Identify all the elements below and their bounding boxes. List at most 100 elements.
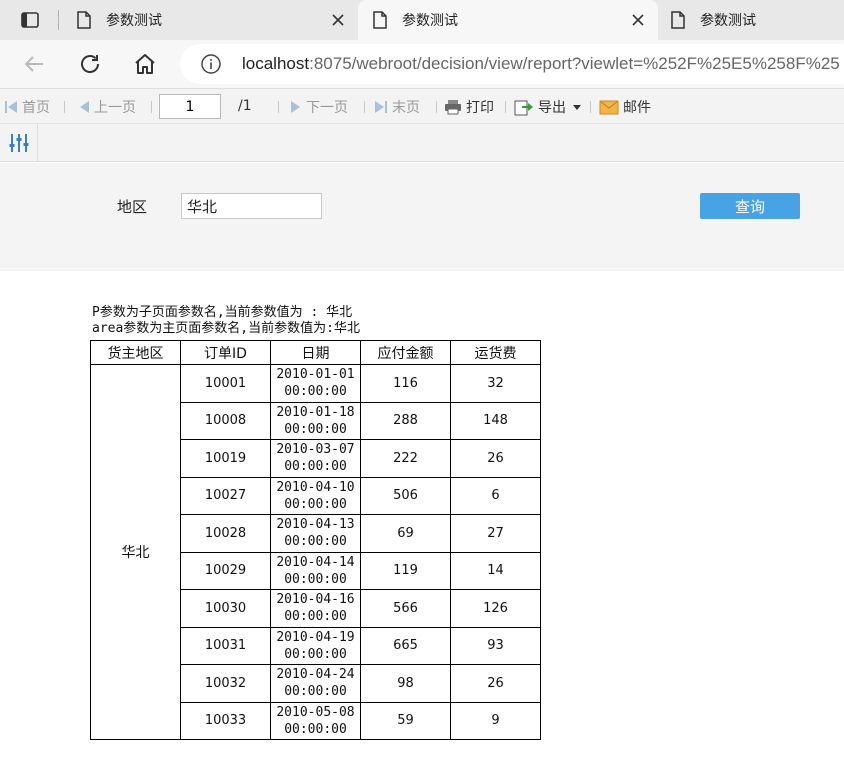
browser-tab-strip: 参数测试 参数测试 参数测试 (0, 0, 844, 40)
close-icon[interactable] (330, 12, 346, 28)
freight-cell: 9 (450, 701, 541, 740)
page-number-input[interactable] (159, 94, 221, 119)
date-cell: 2010-04-14 00:00:00 (270, 551, 361, 590)
amount-cell: 506 (360, 476, 451, 515)
date-value: 2010-05-08 (276, 704, 355, 720)
date-value: 2010-03-07 (276, 442, 355, 458)
header-order-id: 订单ID (180, 340, 271, 365)
toolbar-divider (151, 101, 152, 113)
header-region: 货主地区 (90, 340, 181, 365)
time-value: 00:00:00 (284, 384, 347, 400)
order-id-cell: 10028 (180, 514, 271, 553)
region-label: 地区 (117, 198, 148, 216)
browser-tab-3[interactable]: 参数测试 (658, 0, 844, 40)
sliders-icon (9, 134, 28, 152)
first-page-label: 首页 (22, 100, 50, 116)
region-cell: 华北 (90, 364, 181, 740)
amount-cell: 222 (360, 439, 451, 478)
header-amount: 应付金额 (360, 340, 451, 365)
toolbar-divider (436, 101, 437, 113)
mail-button[interactable]: 邮件 (599, 98, 651, 116)
child-param-info: P参数为子页面参数名,当前参数值为 : 华北 (92, 305, 353, 320)
date-cell: 2010-04-16 00:00:00 (270, 589, 361, 628)
page-icon (373, 11, 387, 29)
order-id-cell: 10001 (180, 364, 271, 403)
parameter-panel: 地区 查询 (0, 163, 844, 271)
date-cell: 2010-01-01 00:00:00 (270, 364, 361, 403)
amount-cell: 59 (360, 701, 451, 740)
next-page-icon (291, 101, 300, 113)
order-id-cell: 10033 (180, 701, 271, 740)
prev-page-icon (80, 101, 89, 113)
freight-cell: 27 (450, 514, 541, 553)
query-button[interactable]: 查询 (700, 193, 800, 219)
freight-cell: 93 (450, 626, 541, 665)
amount-cell: 566 (360, 589, 451, 628)
last-page-button[interactable]: 末页 (374, 98, 420, 116)
url-host: localhost (242, 54, 310, 73)
prev-page-button[interactable]: 上一页 (78, 98, 136, 116)
amount-cell: 288 (360, 401, 451, 440)
time-value: 00:00:00 (284, 534, 347, 550)
last-page-icon (375, 101, 387, 113)
printer-icon (445, 100, 461, 115)
date-cell: 2010-04-10 00:00:00 (270, 476, 361, 515)
order-table: 货主地区 订单ID 日期 应付金额 运货费 华北 10001 2010-01-0… (90, 340, 541, 740)
order-id-cell: 10027 (180, 476, 271, 515)
back-arrow-icon[interactable] (22, 52, 46, 76)
main-param-info: area参数为主页面参数名,当前参数值为:华北 (92, 321, 360, 336)
print-button[interactable]: 打印 (444, 98, 494, 116)
toolbar-divider (505, 101, 506, 113)
tab-title: 参数测试 (106, 13, 162, 29)
page-total: /1 (238, 98, 252, 114)
header-date: 日期 (270, 340, 361, 365)
freight-cell: 6 (450, 476, 541, 515)
region-input[interactable] (181, 193, 322, 219)
date-cell: 2010-04-13 00:00:00 (270, 514, 361, 553)
export-button[interactable]: 导出 (514, 98, 586, 116)
order-id-cell: 10031 (180, 626, 271, 665)
export-label: 导出 (538, 100, 566, 116)
table-row: 华北 10001 2010-01-01 00:00:00 116 32 (90, 364, 541, 740)
next-page-button[interactable]: 下一页 (290, 98, 348, 116)
order-id-cell: 10008 (180, 401, 271, 440)
reload-icon[interactable] (78, 52, 102, 76)
url-field[interactable]: localhost:8075/webroot/decision/view/rep… (180, 44, 844, 84)
toolbar-divider (278, 101, 279, 113)
time-value: 00:00:00 (284, 459, 347, 475)
browser-tab-1[interactable]: 参数测试 (62, 0, 358, 40)
order-id-cell: 10032 (180, 664, 271, 703)
browser-tab-2-active[interactable]: 参数测试 (358, 0, 658, 40)
amount-cell: 665 (360, 626, 451, 665)
home-icon[interactable] (133, 52, 157, 76)
tab-actions-button[interactable] (12, 8, 48, 32)
export-icon (514, 100, 533, 116)
date-value: 2010-04-19 (276, 629, 355, 645)
toolbar-divider (64, 101, 65, 113)
date-value: 2010-04-13 (276, 517, 355, 533)
date-cell: 2010-05-08 00:00:00 (270, 701, 361, 740)
date-value: 2010-04-14 (276, 554, 355, 570)
date-value: 2010-01-18 (276, 404, 355, 420)
time-value: 00:00:00 (284, 609, 347, 625)
date-value: 2010-01-01 (276, 367, 355, 383)
freight-cell: 14 (450, 551, 541, 590)
tab-actions-icon (21, 12, 39, 28)
tab-title: 参数测试 (402, 13, 458, 29)
last-page-label: 末页 (392, 100, 420, 116)
header-freight: 运货费 (450, 340, 541, 365)
time-value: 00:00:00 (284, 721, 347, 737)
time-value: 00:00:00 (284, 684, 347, 700)
amount-cell: 69 (360, 514, 451, 553)
time-value: 00:00:00 (284, 421, 347, 437)
close-icon[interactable] (630, 12, 646, 28)
first-page-button[interactable]: 首页 (4, 98, 50, 116)
chevron-down-icon (573, 105, 581, 110)
prev-page-label: 上一页 (94, 100, 136, 116)
site-info-icon[interactable] (200, 53, 222, 75)
parameter-pane-toggle[interactable] (0, 124, 38, 162)
url-path: :8075/webroot/decision/view/report?viewl… (309, 54, 840, 73)
address-bar-row: localhost:8075/webroot/decision/view/rep… (0, 40, 844, 88)
toolbar-divider (590, 101, 591, 113)
freight-cell: 148 (450, 401, 541, 440)
